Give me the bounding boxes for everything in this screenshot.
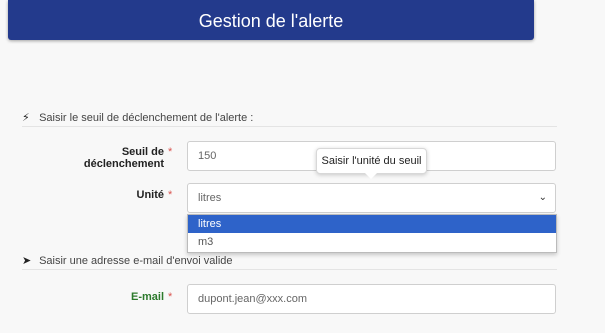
unit-select[interactable]: litres ⌄ <box>187 183 556 213</box>
unit-tooltip: Saisir l'unité du seuil <box>316 148 427 174</box>
unit-dropdown[interactable]: litres m3 <box>187 214 557 253</box>
email-label-wrap: E-mail <box>40 291 164 303</box>
page-header: Gestion de l'alerte <box>8 0 534 40</box>
email-label: E-mail <box>130 291 164 303</box>
unit-option-m3[interactable]: m3 <box>188 233 556 251</box>
email-section-header: ➤ Saisir une adresse e-mail d'envoi vali… <box>22 254 557 270</box>
threshold-required-mark: * <box>168 146 173 158</box>
email-section-title: Saisir une adresse e-mail d'envoi valide <box>39 255 233 267</box>
email-required-mark: * <box>168 291 173 303</box>
unit-option-litres[interactable]: litres <box>188 215 556 233</box>
unit-label-wrap: Unité <box>40 189 165 201</box>
bolt-icon: ⚡ <box>22 112 30 124</box>
unit-required-mark: * <box>168 189 173 201</box>
threshold-value: 150 <box>198 150 217 162</box>
unit-selected-value: litres <box>198 192 222 204</box>
paper-plane-icon: ➤ <box>22 255 32 267</box>
unit-tooltip-text: Saisir l'unité du seuil <box>321 155 422 167</box>
tooltip-arrow <box>365 173 377 179</box>
chevron-down-icon: ⌄ <box>538 192 547 203</box>
email-input[interactable]: dupont.jean@xxx.com <box>187 284 556 314</box>
threshold-section-header: ⚡ Saisir le seuil de déclenchement de l'… <box>22 111 557 127</box>
email-placeholder: dupont.jean@xxx.com <box>198 293 308 305</box>
threshold-label-wrap: Seuil de déclenchement <box>40 146 164 170</box>
page-title: Gestion de l'alerte <box>198 11 344 31</box>
unit-label: Unité <box>136 189 165 201</box>
threshold-section-title: Saisir le seuil de déclenchement de l'al… <box>39 112 254 124</box>
threshold-label: Seuil de déclenchement <box>83 146 164 170</box>
